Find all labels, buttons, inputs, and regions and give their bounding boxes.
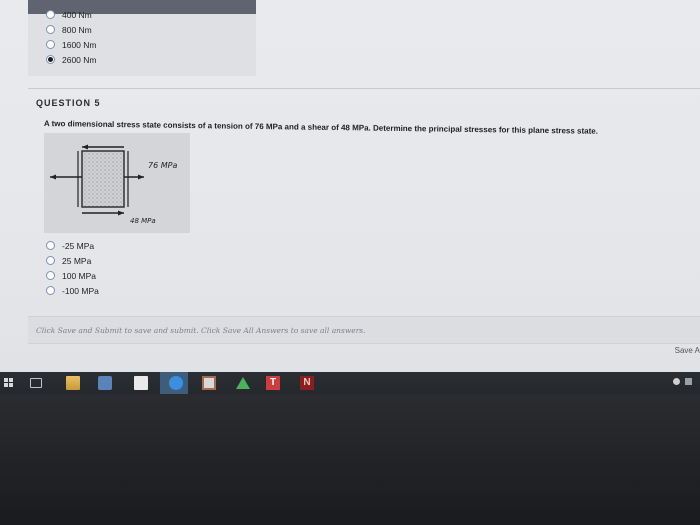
stress-element-drawing: 76 MPa 48 MPa — [50, 144, 177, 225]
answer-choice-1[interactable]: -25 MPa — [46, 238, 99, 253]
store-icon[interactable] — [134, 376, 148, 390]
mail-icon[interactable] — [202, 376, 216, 390]
previous-choice-3[interactable]: 1600 Nm — [46, 37, 97, 52]
choice-label: 800 Nm — [62, 24, 92, 35]
choice-label: 2600 Nm — [62, 54, 97, 65]
answer-choice-2[interactable]: 25 MPa — [46, 253, 99, 268]
previous-choice-4[interactable]: 2600 Nm — [46, 52, 97, 67]
choice-label: 1600 Nm — [62, 39, 97, 50]
windows-start-icon[interactable] — [4, 378, 14, 388]
radio-button[interactable] — [46, 241, 55, 250]
task-view-icon[interactable] — [30, 378, 42, 388]
choice-label: 400 Nm — [62, 9, 92, 20]
choice-label: -100 MPa — [62, 285, 99, 296]
browser-viewport: 400 Nm 800 Nm 1600 Nm 2600 Nm QUESTION 5… — [0, 0, 700, 372]
file-explorer-icon[interactable] — [66, 376, 80, 390]
answer-choice-4[interactable]: -100 MPa — [46, 283, 99, 298]
stress-element-figure: 76 MPa 48 MPa — [44, 133, 190, 233]
choice-label: 25 MPa — [62, 255, 92, 266]
tray-network-icon[interactable] — [685, 378, 692, 385]
question-divider — [28, 88, 700, 89]
previous-question-choices: 400 Nm 800 Nm 1600 Nm 2600 Nm — [46, 7, 97, 67]
answer-choice-3[interactable]: 100 MPa — [46, 268, 99, 283]
question-5-choices: -25 MPa 25 MPa 100 MPa -100 MPa — [46, 238, 99, 298]
shear-label: 48 MPa — [130, 217, 156, 225]
submit-instructions-box: Click Save and Submit to save and submit… — [28, 316, 700, 344]
radio-button[interactable] — [46, 271, 55, 280]
submit-instructions: Click Save and Submit to save and submit… — [36, 326, 366, 335]
radio-button[interactable] — [46, 286, 55, 295]
radio-button[interactable] — [46, 40, 55, 49]
previous-choice-1[interactable]: 400 Nm — [46, 7, 97, 22]
previous-choice-2[interactable]: 800 Nm — [46, 22, 97, 37]
save-all-answers-button[interactable]: Save A — [675, 346, 700, 355]
radio-button-selected[interactable] — [46, 55, 55, 64]
radio-button[interactable] — [46, 10, 55, 19]
notes-icon[interactable]: N — [300, 376, 314, 390]
drive-icon[interactable] — [236, 377, 250, 389]
tray-status-icon[interactable] — [673, 378, 680, 385]
choice-label: 100 MPa — [62, 270, 97, 281]
windows-taskbar: T N — [0, 372, 700, 394]
teams-icon[interactable]: T — [266, 376, 280, 390]
video-app-icon[interactable] — [98, 376, 112, 390]
monitor-bezel — [0, 394, 700, 525]
question-number: QUESTION 5 — [36, 98, 101, 108]
tension-label: 76 MPa — [148, 161, 177, 170]
system-tray — [673, 378, 692, 385]
choice-label: -25 MPa — [62, 240, 95, 251]
radio-button[interactable] — [46, 25, 55, 34]
radio-button[interactable] — [46, 256, 55, 265]
browser-icon[interactable] — [169, 376, 183, 390]
